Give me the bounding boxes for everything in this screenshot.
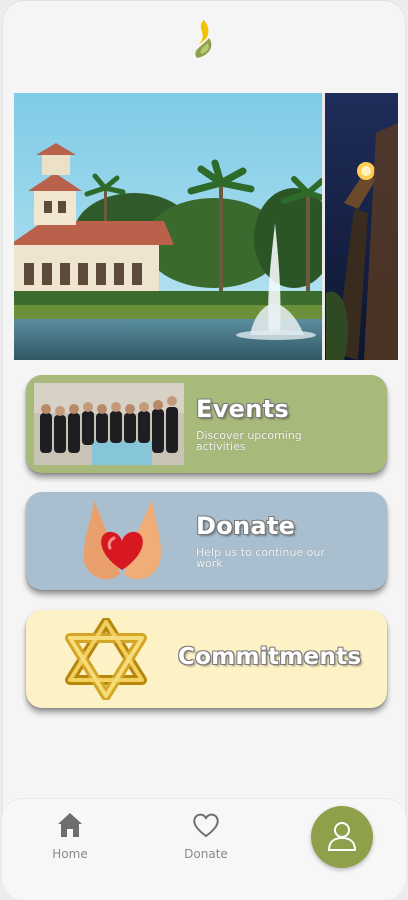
heart-icon — [193, 813, 219, 838]
commitments-card[interactable]: Commitments — [26, 610, 387, 708]
app-logo — [187, 18, 221, 62]
hands-holding-heart — [83, 500, 161, 580]
tab-donate-label: Donate — [184, 847, 228, 861]
donate-subtitle: Help us to continue our work — [196, 546, 325, 570]
events-subtitle: Discover upcoming activities — [196, 429, 302, 453]
events-card[interactable]: Events Discover upcoming activities — [26, 375, 387, 473]
building-with-fountain-and-torch-photo — [14, 93, 398, 360]
star-of-david — [65, 618, 147, 700]
home-icon — [58, 813, 82, 837]
flame-logo-icon — [195, 20, 212, 58]
tab-home[interactable]: Home — [30, 811, 110, 861]
profile-button[interactable] — [311, 806, 373, 868]
app-screen: Events Discover upcoming activities Dona… — [2, 0, 406, 900]
commitments-title: Commitments — [178, 644, 362, 670]
donate-title: Donate — [196, 512, 296, 540]
group-photo — [34, 383, 184, 465]
donate-card[interactable]: Donate Help us to continue our work — [26, 492, 387, 590]
hero-banner — [14, 93, 398, 360]
tab-donate[interactable]: Donate — [166, 811, 246, 861]
events-title: Events — [196, 395, 289, 423]
tab-home-label: Home — [52, 847, 88, 861]
user-icon — [327, 822, 357, 851]
